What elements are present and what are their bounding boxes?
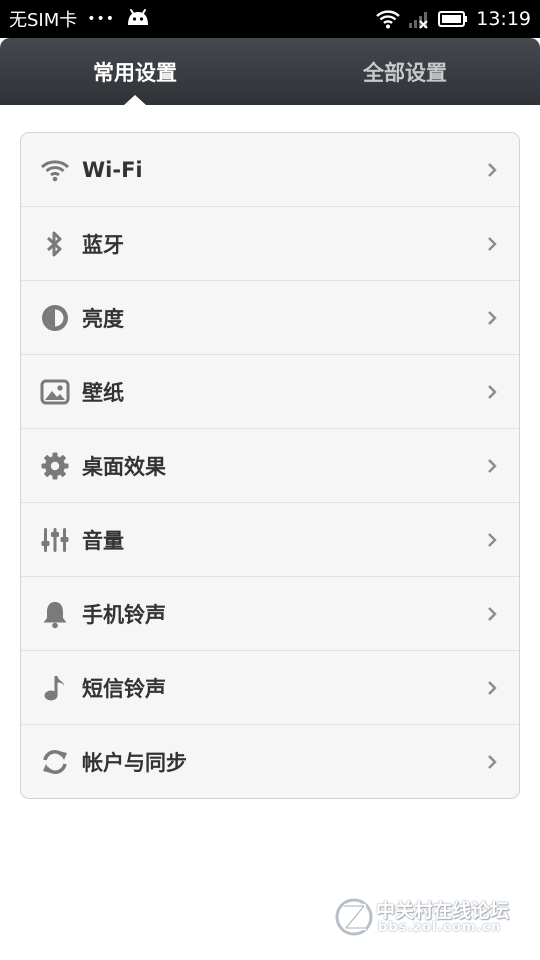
- settings-row-brightness[interactable]: 亮度: [21, 281, 519, 355]
- settings-row-ringtone[interactable]: 手机铃声: [21, 577, 519, 651]
- status-left: 无SIM卡 •••: [9, 0, 151, 38]
- settings-row-sms-tone[interactable]: 短信铃声: [21, 651, 519, 725]
- volume-sliders-icon: [39, 524, 71, 556]
- gear-icon: [39, 450, 71, 482]
- settings-row-volume[interactable]: 音量: [21, 503, 519, 577]
- settings-list: Wi-Fi 蓝牙 亮度 壁纸 桌面效果 音量 手机铃声 短信铃声 帐户与同步: [20, 132, 520, 799]
- zol-logo-icon: [335, 898, 373, 936]
- status-right: 13:19: [376, 0, 531, 38]
- watermark-url: bbs.zol.com.cn: [378, 920, 502, 935]
- music-note-icon: [39, 672, 71, 704]
- chevron-right-icon: [488, 458, 497, 473]
- settings-row-wallpaper[interactable]: 壁纸: [21, 355, 519, 429]
- settings-row-bluetooth[interactable]: 蓝牙: [21, 207, 519, 281]
- settings-row-label: 帐户与同步: [82, 750, 187, 775]
- watermark-title: 中关村在线论坛: [376, 900, 510, 922]
- notification-dots: •••: [87, 11, 116, 27]
- tab-all-settings[interactable]: 全部设置: [270, 38, 540, 105]
- chevron-right-icon: [488, 532, 497, 547]
- chevron-right-icon: [488, 236, 497, 251]
- chevron-right-icon: [488, 310, 497, 325]
- settings-row-label: 手机铃声: [82, 602, 166, 627]
- settings-row-label: 亮度: [82, 306, 124, 331]
- settings-row-label: 蓝牙: [82, 232, 124, 257]
- chevron-right-icon: [488, 754, 497, 769]
- chevron-right-icon: [488, 162, 497, 177]
- sync-icon: [39, 746, 71, 778]
- settings-row-label: 短信铃声: [82, 676, 166, 701]
- settings-row-wifi[interactable]: Wi-Fi: [21, 133, 519, 207]
- bluetooth-icon: [39, 228, 71, 260]
- brightness-icon: [39, 302, 71, 334]
- wallpaper-icon: [39, 376, 71, 408]
- signal-off-icon: [408, 9, 430, 29]
- settings-row-label: Wi-Fi: [82, 157, 143, 182]
- carrier-label: 无SIM卡: [9, 10, 78, 31]
- status-bar: 无SIM卡 ••• 13:19: [0, 0, 540, 38]
- settings-row-desktop-effects[interactable]: 桌面效果: [21, 429, 519, 503]
- wifi-icon: [376, 9, 401, 29]
- settings-row-label: 桌面效果: [82, 454, 166, 479]
- settings-row-label: 壁纸: [82, 380, 124, 405]
- settings-row-label: 音量: [82, 528, 124, 553]
- watermark: 中关村在线论坛 bbs.zol.com.cn: [334, 892, 524, 940]
- wifi-icon: [39, 154, 71, 186]
- chevron-right-icon: [488, 384, 497, 399]
- settings-row-account-sync[interactable]: 帐户与同步: [21, 725, 519, 798]
- bell-icon: [39, 598, 71, 630]
- android-icon: [125, 7, 151, 32]
- chevron-right-icon: [488, 606, 497, 621]
- battery-icon: [438, 10, 468, 28]
- chevron-right-icon: [488, 680, 497, 695]
- tab-bar: 常用设置 全部设置: [0, 38, 540, 105]
- selected-tab-indicator: [124, 95, 146, 105]
- clock: 13:19: [476, 8, 531, 30]
